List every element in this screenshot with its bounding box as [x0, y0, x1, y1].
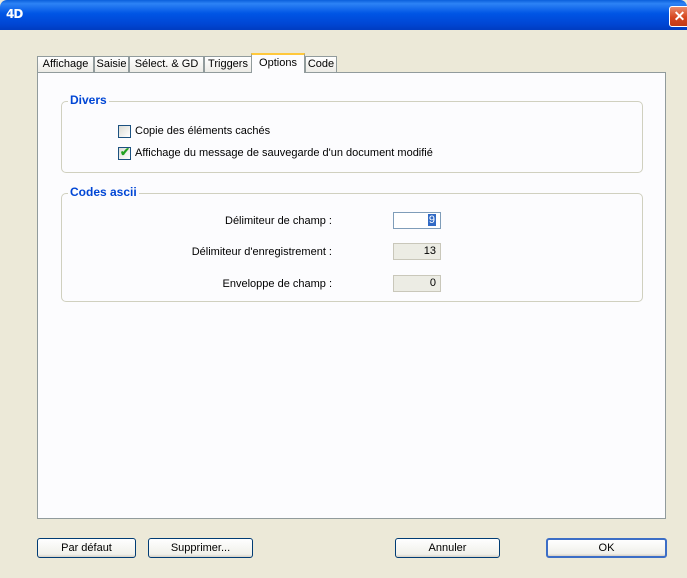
tab-code[interactable]: Code	[305, 56, 337, 72]
tab-triggers[interactable]: Triggers	[204, 56, 252, 72]
field-envelope-label: Enveloppe de champ :	[222, 278, 332, 290]
field-envelope-input[interactable]: 0	[393, 275, 441, 292]
tab-affichage[interactable]: Affichage	[37, 56, 94, 72]
field-delimiter-input[interactable]: 9	[393, 212, 441, 229]
tab-select-gd[interactable]: Sélect. & GD	[129, 56, 204, 72]
record-delimiter-input[interactable]: 13	[393, 243, 441, 260]
save-message-checkbox[interactable]: ✔	[118, 145, 131, 160]
ascii-group: Codes ascii	[61, 185, 643, 302]
cancel-button[interactable]: Annuler	[395, 538, 500, 558]
tab-saisie[interactable]: Saisie	[94, 56, 129, 72]
copy-hidden-label[interactable]: Copie des éléments cachés	[135, 125, 270, 137]
copy-hidden-checkbox[interactable]	[118, 125, 131, 138]
divers-title: Divers	[68, 93, 109, 107]
field-delimiter-label: Délimiteur de champ :	[225, 215, 332, 227]
tab-options[interactable]: Options	[251, 53, 305, 73]
record-delimiter-label: Délimiteur d'enregistrement :	[191, 246, 332, 258]
field-delimiter-value: 9	[427, 214, 436, 226]
app-logo: 4D	[6, 7, 23, 21]
ascii-title: Codes ascii	[68, 185, 139, 199]
delete-button[interactable]: Supprimer...	[148, 538, 253, 558]
divers-group: Divers	[61, 93, 643, 173]
title-bar: 4D ✕	[0, 0, 687, 30]
check-icon: ✔	[120, 145, 131, 159]
save-message-label[interactable]: Affichage du message de sauvegarde d'un …	[135, 147, 433, 159]
options-panel: Divers Copie des éléments cachés ✔ Affic…	[37, 72, 666, 519]
ok-button[interactable]: OK	[546, 538, 667, 558]
close-button[interactable]: ✕	[669, 6, 687, 27]
default-button[interactable]: Par défaut	[37, 538, 136, 558]
close-icon: ✕	[673, 8, 686, 24]
